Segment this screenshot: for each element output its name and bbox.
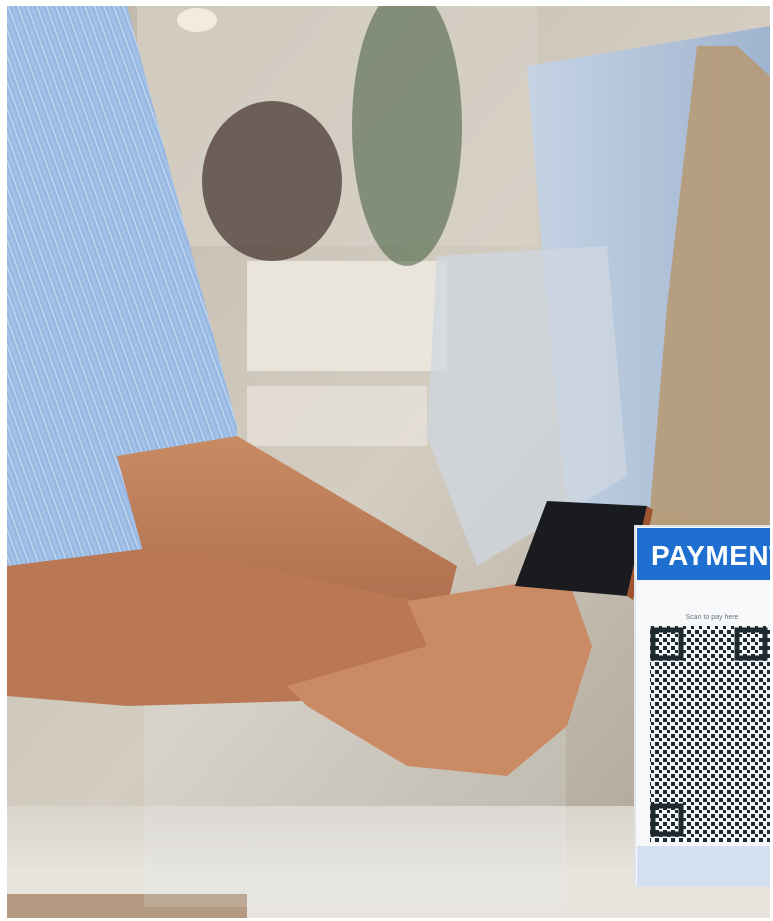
pendant-lamp bbox=[177, 8, 217, 32]
photo-frame: PAYMENT Scan to pay here bbox=[7, 6, 770, 918]
payment-sign-footer bbox=[637, 846, 770, 886]
shelf-light-lower bbox=[247, 386, 427, 446]
payment-sign-caption: Scan to pay here bbox=[685, 614, 739, 621]
shelf-light bbox=[247, 261, 447, 371]
background-person-head bbox=[202, 101, 342, 261]
photo-scene bbox=[7, 6, 770, 918]
payment-sign-title: PAYMENT bbox=[651, 540, 770, 571]
